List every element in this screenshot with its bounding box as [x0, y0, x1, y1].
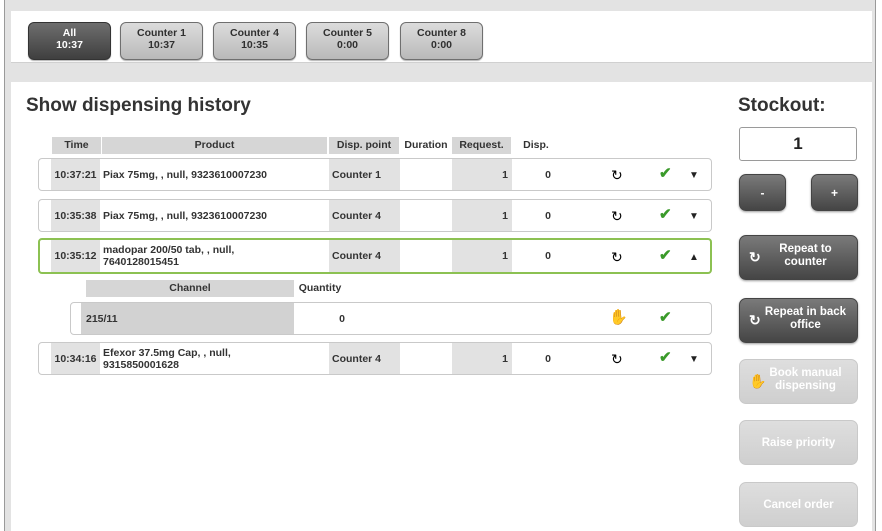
tab-counter-1-name: Counter 1 — [136, 27, 186, 39]
row-disp-point: Counter 4 — [329, 200, 400, 231]
repeat-in-back-office-label: Repeat in back office — [764, 306, 847, 331]
refresh-icon[interactable]: ↻ — [611, 352, 623, 366]
row-request: 1 — [452, 200, 512, 231]
header-channel: Channel — [86, 280, 294, 297]
row-disp-point: Counter 4 — [329, 343, 400, 374]
row-duration — [401, 343, 451, 374]
refresh-icon[interactable]: ↻ — [611, 250, 623, 264]
table-row[interactable]: 10:35:38 Piax 75mg, , null, 932361000723… — [38, 199, 712, 232]
tab-counter-4-name: Counter 4 — [229, 27, 279, 39]
header-disp-point: Disp. point — [329, 137, 399, 154]
row-disp: 0 — [545, 352, 551, 365]
tab-counter-8-name: Counter 8 — [416, 27, 466, 39]
arrow-down-icon[interactable]: ▼ — [689, 210, 699, 224]
header-time: Time — [52, 137, 101, 154]
row-disp: 0 — [545, 209, 551, 222]
row-product: Piax 75mg, , null, 9323610007230 — [103, 168, 268, 181]
check-icon[interactable]: ✔ — [659, 166, 672, 181]
repeat-to-counter-button[interactable]: ↻ Repeat to counter — [739, 235, 858, 280]
row-request: 1 — [452, 159, 512, 190]
repeat-to-counter-label: Repeat to counter — [779, 243, 832, 268]
row-time: 10:35:38 — [51, 200, 100, 231]
hand-icon[interactable]: ✋ — [609, 310, 628, 325]
quantity-value: 0 — [339, 312, 345, 325]
row-disp: 0 — [545, 168, 551, 181]
tab-counter-1[interactable]: Counter 1 10:37 — [120, 22, 203, 60]
check-icon[interactable]: ✔ — [659, 248, 672, 263]
tab-counter-5[interactable]: Counter 5 0:00 — [306, 22, 389, 60]
row-duration — [401, 159, 451, 190]
row-disp-point: Counter 1 — [329, 159, 400, 190]
row-product: madopar 200/50 tab, , null, 764012801545… — [103, 244, 235, 268]
tab-all-name: All — [62, 27, 77, 39]
check-icon[interactable]: ✔ — [659, 207, 672, 222]
table-row[interactable]: 10:34:16 Efexor 37.5mg Cap, , null, 9315… — [38, 342, 712, 375]
refresh-icon: ↻ — [749, 249, 761, 265]
arrow-down-icon[interactable]: ▼ — [689, 353, 699, 367]
header-product: Product — [102, 137, 327, 154]
header-request: Request. — [452, 137, 511, 154]
stockout-input[interactable]: 1 — [739, 127, 857, 161]
tab-counter-8-time: 0:00 — [430, 39, 452, 51]
stockout-label: Stockout: — [738, 95, 826, 116]
header-duration: Duration — [404, 139, 448, 151]
tab-counter-1-time: 10:37 — [148, 39, 175, 51]
table-row-selected[interactable]: 10:35:12 madopar 200/50 tab, , null, 764… — [38, 238, 712, 274]
hand-icon: ✋ — [749, 373, 767, 389]
header-quantity: Quantity — [298, 282, 342, 294]
increment-button[interactable]: + — [811, 174, 858, 211]
header-disp: Disp. — [523, 139, 549, 151]
row-time: 10:34:16 — [51, 343, 100, 374]
tab-all-time: 10:37 — [56, 39, 83, 51]
refresh-icon: ↻ — [749, 312, 761, 328]
table-row[interactable]: 10:37:21 Piax 75mg, , null, 932361000723… — [38, 158, 712, 191]
raise-priority-button[interactable]: Raise priority — [739, 420, 858, 465]
row-duration — [401, 200, 451, 231]
arrow-up-icon[interactable]: ▲ — [689, 251, 699, 265]
row-disp: 0 — [545, 250, 551, 262]
tab-counter-5-time: 0:00 — [336, 39, 358, 51]
channel-value: 215/11 — [81, 303, 294, 334]
row-product: Efexor 37.5mg Cap, , null, 9315850001628 — [103, 346, 231, 371]
channel-row[interactable]: 215/11 0 ✋ ✔ — [70, 302, 712, 335]
row-time: 10:37:21 — [51, 159, 100, 190]
counter-tab-bar: All 10:37 Counter 1 10:37 Counter 4 10:3… — [11, 11, 872, 63]
cancel-order-button[interactable]: Cancel order — [739, 482, 858, 527]
tab-all[interactable]: All 10:37 — [28, 22, 111, 60]
row-time: 10:35:12 — [51, 240, 100, 272]
tab-counter-8[interactable]: Counter 8 0:00 — [400, 22, 483, 60]
tab-counter-4-time: 10:35 — [241, 39, 268, 51]
book-manual-dispensing-label: Book manual dispensing — [769, 367, 842, 392]
check-icon[interactable]: ✔ — [659, 350, 672, 365]
book-manual-dispensing-button[interactable]: ✋ Book manual dispensing — [739, 359, 858, 404]
tab-counter-4[interactable]: Counter 4 10:35 — [213, 22, 296, 60]
repeat-in-back-office-button[interactable]: ↻ Repeat in back office — [739, 298, 858, 343]
decrement-button[interactable]: - — [739, 174, 786, 211]
refresh-icon[interactable]: ↻ — [611, 209, 623, 223]
row-duration — [401, 240, 451, 272]
row-request: 1 — [452, 240, 512, 272]
check-icon[interactable]: ✔ — [659, 310, 672, 325]
row-disp-point: Counter 4 — [329, 240, 400, 272]
arrow-down-icon[interactable]: ▼ — [689, 169, 699, 183]
refresh-icon[interactable]: ↻ — [611, 168, 623, 182]
tab-counter-5-name: Counter 5 — [322, 27, 372, 39]
row-product: Piax 75mg, , null, 9323610007230 — [103, 209, 268, 222]
row-request: 1 — [452, 343, 512, 374]
page-title: Show dispensing history — [26, 95, 251, 116]
